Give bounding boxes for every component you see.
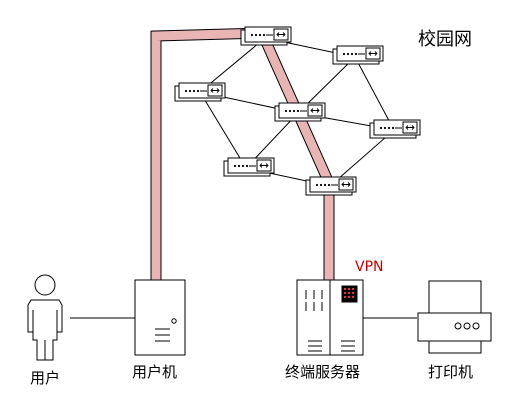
campus-network-label: 校园网 [418,29,472,50]
user-computer-label: 用户机 [132,363,177,381]
vpn-label: VPN [355,259,384,275]
router-icon [274,102,326,122]
person-icon [27,274,63,361]
printer-label: 打印机 [428,363,473,381]
diagram-canvas: 校园网 VPN 用户 用户机 终端服务器 打印机 [27,26,492,387]
router-icon [174,82,226,102]
computer-tower-icon [134,279,186,356]
vpn-tunnel [150,27,335,280]
router-icon [240,26,292,46]
user-label: 用户 [30,369,60,387]
router-icon [223,157,275,177]
router-icon [332,45,384,65]
network-diagram: 校园网 VPN 用户 用户机 终端服务器 打印机 [0,0,530,407]
server-rack-icon [296,279,364,356]
terminal-server-label: 终端服务器 [285,363,360,381]
router-icon [369,119,421,139]
router-icon [305,176,357,196]
printer-icon [417,280,492,354]
